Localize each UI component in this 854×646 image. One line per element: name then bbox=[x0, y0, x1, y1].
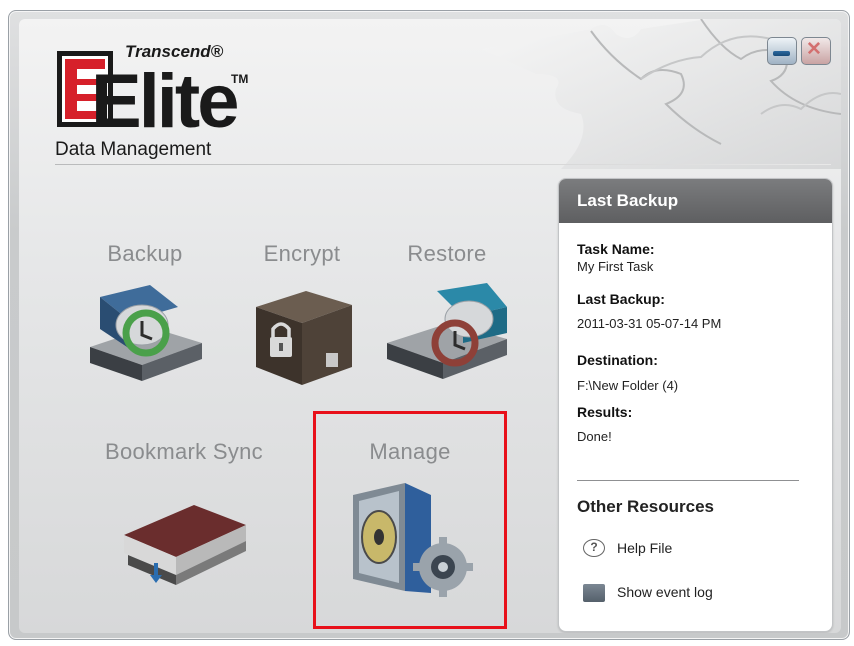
restore-tile[interactable]: Restore bbox=[367, 241, 527, 385]
bookmark-sync-label: Bookmark Sync bbox=[105, 439, 263, 464]
show-event-log-link[interactable]: Show event log bbox=[583, 582, 713, 602]
close-icon: ✕ bbox=[806, 39, 822, 60]
manage-highlight-box bbox=[313, 411, 507, 629]
logo-word: Elite bbox=[91, 59, 237, 144]
trademark-mark: TM bbox=[231, 72, 248, 86]
encrypt-tile[interactable]: Encrypt bbox=[227, 241, 377, 389]
close-button[interactable]: ✕ bbox=[801, 37, 831, 65]
bookmark-sync-tile[interactable]: Bookmark Sync bbox=[89, 439, 279, 593]
other-resources-title: Other Resources bbox=[577, 497, 714, 516]
help-icon: ? bbox=[583, 539, 605, 557]
minimize-icon bbox=[773, 51, 790, 56]
results-value: Done! bbox=[577, 429, 612, 444]
encrypt-label: Encrypt bbox=[263, 241, 341, 266]
backup-drive-icon bbox=[90, 285, 202, 381]
help-file-link[interactable]: ? Help File bbox=[583, 539, 672, 557]
bookmark-book-icon bbox=[124, 505, 246, 585]
backup-tile[interactable]: Backup bbox=[71, 241, 219, 385]
app-logo: Elite Transcend® TM Data Management bbox=[55, 39, 285, 166]
minimize-button[interactable] bbox=[767, 37, 797, 65]
results-label: Results: bbox=[577, 404, 633, 420]
folder-icon bbox=[583, 584, 605, 602]
last-backup-time-label: Last Backup: bbox=[577, 291, 665, 307]
show-event-log-label: Show event log bbox=[617, 584, 713, 600]
task-name-value: My First Task bbox=[577, 259, 654, 274]
last-backup-time-value: 2011-03-31 05-07-14 PM bbox=[577, 316, 722, 331]
encrypt-box-icon bbox=[256, 291, 352, 385]
last-backup-panel: Last Backup Task Name: My First Task Las… bbox=[558, 178, 833, 632]
destination-label: Destination: bbox=[577, 352, 658, 368]
backup-label: Backup bbox=[107, 241, 183, 266]
app-subtitle: Data Management bbox=[55, 139, 212, 160]
last-backup-header: Last Backup bbox=[559, 179, 832, 223]
restore-label: Restore bbox=[407, 241, 487, 266]
help-file-label: Help File bbox=[617, 540, 673, 556]
panel-divider bbox=[577, 480, 799, 481]
brand-name: Transcend® bbox=[125, 42, 224, 61]
restore-drive-icon bbox=[387, 283, 507, 379]
header-divider bbox=[55, 164, 831, 165]
elite-logo-graphic: Elite Transcend® TM Data Management bbox=[55, 42, 248, 160]
app-content: Elite Transcend® TM Data Management ✕ Ba… bbox=[19, 19, 841, 633]
task-name-label: Task Name: bbox=[577, 241, 655, 257]
app-window: Elite Transcend® TM Data Management ✕ Ba… bbox=[8, 10, 850, 640]
destination-value: F:\New Folder (4) bbox=[577, 378, 679, 393]
